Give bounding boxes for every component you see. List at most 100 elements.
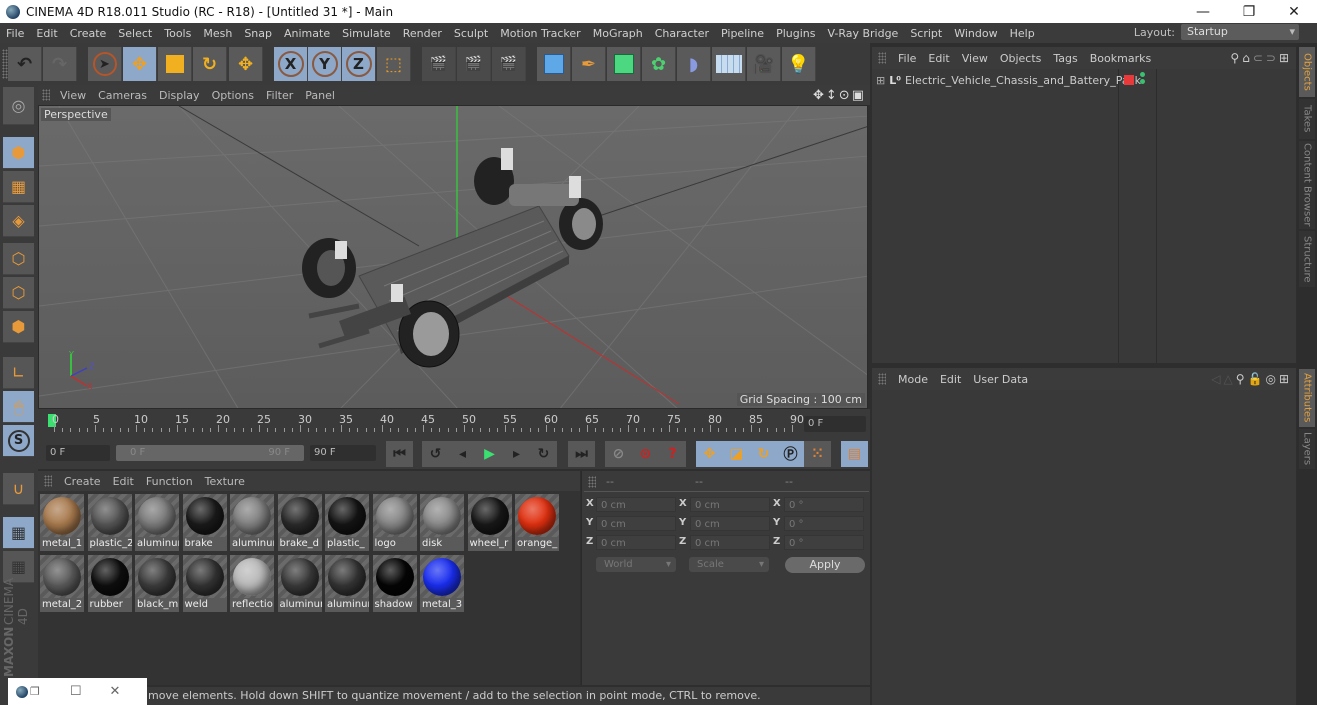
camera-label[interactable]: Perspective [41,108,111,121]
material-swatch[interactable]: weld [182,555,227,612]
material-menu-function[interactable]: Function [140,475,199,488]
end-frame-field[interactable]: 90 F [310,445,376,461]
3d-viewport[interactable]: Y Z X Perspective Grid Spacing : 100 cm [38,105,868,409]
material-menu-edit[interactable]: Edit [107,475,140,488]
recent-tool-button[interactable]: ✥ [229,47,263,81]
menu-window[interactable]: Window [948,27,1003,40]
bend-deformer-button[interactable]: ◗ [677,47,711,81]
menu-mesh[interactable]: Mesh [197,27,238,40]
floor-button[interactable] [712,47,746,81]
menu-plugins[interactable]: Plugins [770,27,821,40]
move-button[interactable]: ✥ [123,47,157,81]
editor-visibility-dot[interactable] [1140,72,1145,77]
link-icon[interactable]: ⊂⊃ [1253,51,1279,65]
camera-button[interactable]: 🎥 [747,47,781,81]
rotation-h-field[interactable]: 0 ° [784,497,864,512]
objects-menu-tags[interactable]: Tags [1047,52,1083,65]
objects-menu-edit[interactable]: Edit [922,52,955,65]
menu-mograph[interactable]: MoGraph [587,27,649,40]
size-mode-dropdown[interactable]: Scale ▾ [689,557,769,572]
material-swatch[interactable]: brake [182,494,227,551]
viewport-menu-options[interactable]: Options [206,89,260,102]
attributes-menu-edit[interactable]: Edit [934,373,967,386]
menu-snap[interactable]: Snap [238,27,278,40]
viewport-menu-panel[interactable]: Panel [299,89,341,102]
menu-select[interactable]: Select [112,27,158,40]
menu-motion-tracker[interactable]: Motion Tracker [494,27,586,40]
next-frame-button[interactable]: ▸ [503,441,530,467]
attributes-menu-user-data[interactable]: User Data [967,373,1034,386]
maximize-icon[interactable]: ☐ [70,684,82,699]
rotation-key-button[interactable]: ↻ [750,441,777,467]
coordinates-grip[interactable] [588,476,596,488]
parameter-key-button[interactable]: Ⓟ [777,441,804,467]
restore-button[interactable]: ❐ [1226,0,1272,23]
menu-character[interactable]: Character [649,27,715,40]
material-swatch[interactable]: rubber [87,555,132,612]
play-button[interactable]: ▶ [476,441,503,467]
material-swatch[interactable]: plastic_ [325,494,369,551]
tab-attributes[interactable]: Attributes [1299,369,1315,427]
back-arrow-icon[interactable]: ◁ [1211,372,1223,386]
home-icon[interactable]: ⌂ [1242,51,1253,65]
material-swatch[interactable]: brake_d [277,494,322,551]
edges-mode-button[interactable]: ⬡ [3,277,34,309]
cloner-button[interactable]: ✿ [642,47,676,81]
live-selection-button[interactable]: ➤ [88,47,122,81]
menu-pipeline[interactable]: Pipeline [715,27,770,40]
menu-vray-bridge[interactable]: V-Ray Bridge [821,27,904,40]
undo-button[interactable]: ↶ [8,47,42,81]
position-z-field[interactable]: 0 cm [596,535,676,550]
go-to-end-button[interactable]: ⏭ [568,441,595,467]
material-swatch[interactable]: wheel_r [467,494,512,551]
material-swatch[interactable]: reflectio [230,555,274,612]
objects-menu-view[interactable]: View [956,52,994,65]
material-swatch[interactable]: metal_2 [40,555,84,612]
menu-render[interactable]: Render [397,27,448,40]
material-menu-create[interactable]: Create [58,475,107,488]
viewport-menu-view[interactable]: View [54,89,92,102]
rotation-p-field[interactable]: 0 ° [784,516,864,531]
frame-range-slider[interactable]: 0 F 90 F [116,445,304,461]
object-row[interactable]: ⊞ L⁰ Electric_Vehicle_Chassis_and_Batter… [872,71,1296,89]
coordinate-system-button[interactable]: ⬚ [377,47,411,81]
tab-content-browser[interactable]: Content Browser [1299,141,1315,229]
apply-button[interactable]: Apply [785,557,865,573]
y-axis-button[interactable]: Y [308,47,342,81]
point-level-key-button[interactable]: ⁙ [804,441,831,467]
timeline-window-button[interactable]: ▤ [841,441,868,467]
tab-structure[interactable]: Structure [1299,231,1315,287]
size-x-field[interactable]: 0 cm [690,497,770,512]
material-swatch[interactable]: aluminum [277,555,322,612]
start-frame-field[interactable]: 0 F [46,445,110,461]
z-axis-button[interactable]: Z [342,47,376,81]
autokeying-button[interactable]: ⊙ [632,441,659,467]
material-swatch[interactable]: metal_3 [420,555,464,612]
viewport-menu-filter[interactable]: Filter [260,89,299,102]
menu-animate[interactable]: Animate [278,27,336,40]
keyframe-selection-button[interactable]: ? [659,441,686,467]
material-swatch[interactable]: plastic_2 [87,494,132,551]
scale-key-button[interactable]: ◪ [723,441,750,467]
redo-button[interactable]: ↷ [43,47,77,81]
material-swatch[interactable]: aluminum [135,494,179,551]
render-settings-button[interactable]: 🎬 [492,47,526,81]
menu-script[interactable]: Script [904,27,948,40]
position-y-field[interactable]: 0 cm [596,516,676,531]
search-icon[interactable]: ⚲ [1230,51,1242,65]
previous-frame-button[interactable]: ◂ [449,441,476,467]
orbit-icon[interactable]: ⊙ [839,88,852,103]
search-icon[interactable]: ⚲ [1236,372,1248,386]
material-swatch[interactable]: black_m [135,555,179,612]
go-to-start-button[interactable]: ⏮ [386,441,413,467]
position-key-button[interactable]: ✥ [696,441,723,467]
workplane-mode-button[interactable]: ◈ [3,205,34,237]
render-visibility-dot[interactable] [1140,79,1145,84]
visibility-dots[interactable] [1140,72,1145,84]
material-swatch[interactable]: aluminum [325,555,369,612]
viewport-menu-display[interactable]: Display [153,89,206,102]
enable-axis-button[interactable]: ∟ [3,357,34,389]
tweak-mode-button[interactable]: 🖱 [3,391,34,423]
menu-file[interactable]: File [0,27,30,40]
pan-icon[interactable]: ✥ [813,88,826,103]
